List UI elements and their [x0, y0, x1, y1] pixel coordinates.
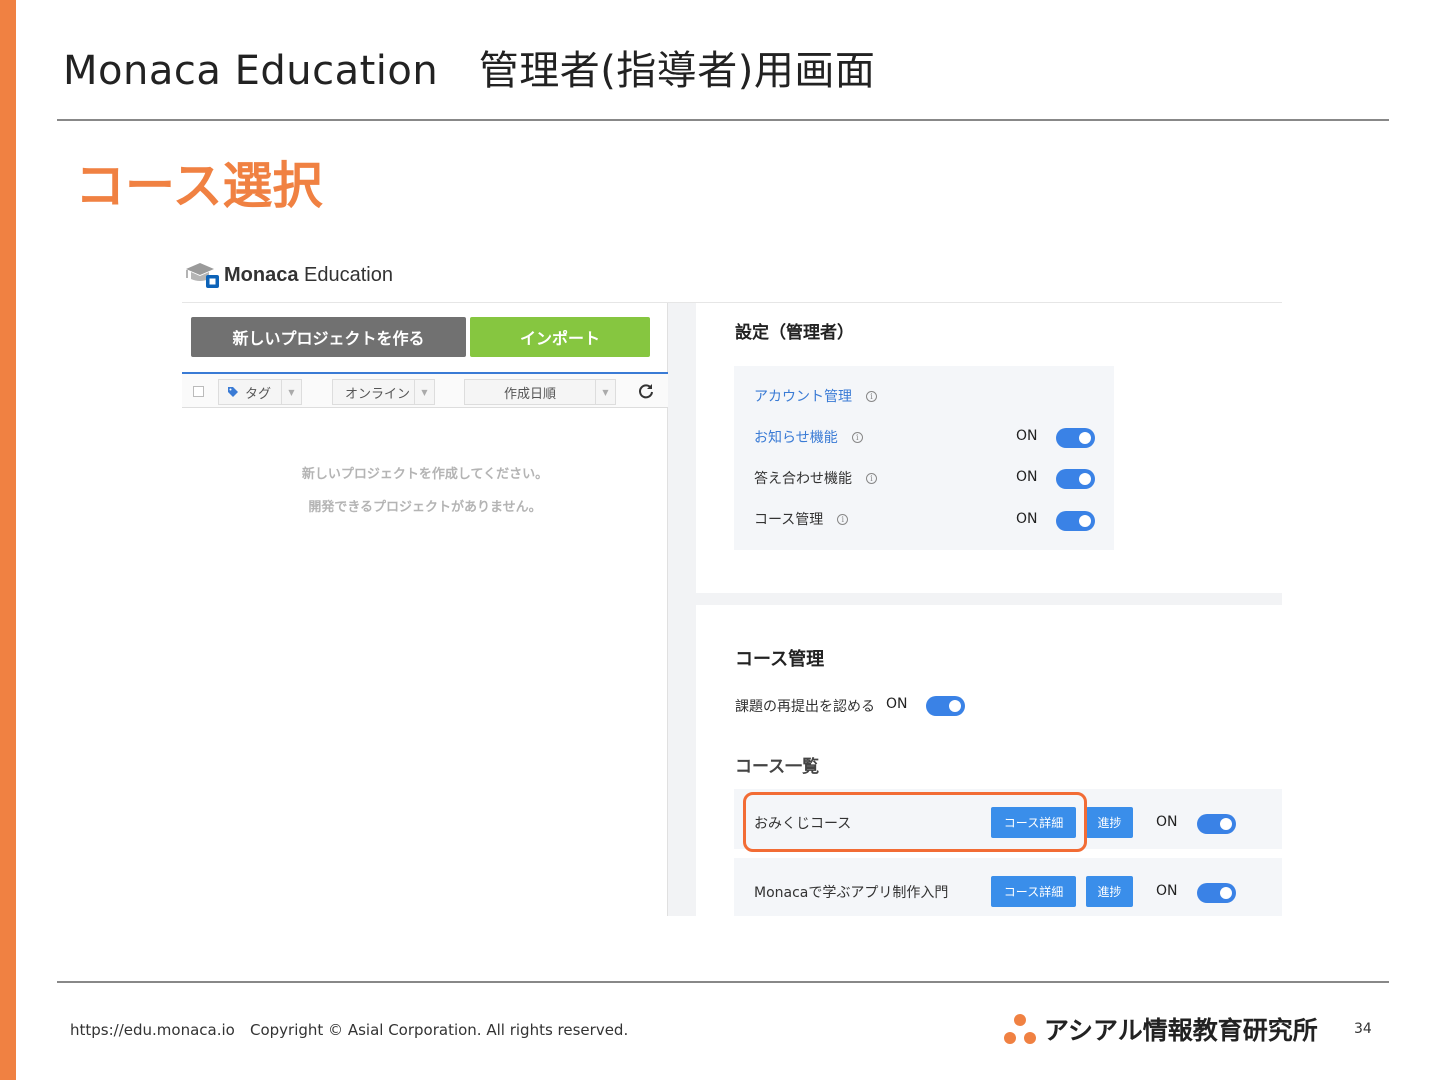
resubmit-toggle[interactable] [926, 696, 965, 716]
info-icon: i [837, 513, 849, 525]
app-name-bold: Monaca [224, 263, 299, 286]
app-name: Monaca Education [224, 264, 393, 287]
title-divider [57, 119, 1389, 121]
answer-check-toggle[interactable] [1056, 469, 1095, 489]
setting-row-course-management: コース管理 i [754, 508, 849, 530]
slide-accent-bar [0, 0, 16, 1080]
footer-copyright: Copyright © Asial Corporation. All right… [250, 1021, 629, 1039]
tag-filter-label: タグ [245, 386, 272, 402]
course-state: ON [1156, 883, 1178, 899]
section-title: コース選択 [75, 157, 323, 215]
course-toggle[interactable] [1197, 883, 1236, 903]
course-progress-button[interactable]: 進捗 [1086, 876, 1133, 907]
new-project-button[interactable]: 新しいプロジェクトを作る [191, 317, 466, 357]
course-detail-button[interactable]: コース詳細 [991, 876, 1076, 907]
setting-label[interactable]: アカウント管理 [754, 386, 852, 406]
online-filter-select[interactable]: オンライン ▼ [332, 379, 435, 405]
chevron-down-icon: ▼ [281, 380, 301, 404]
asial-dots-icon [1002, 1012, 1038, 1046]
setting-row-notifications[interactable]: お知らせ機能 i [754, 426, 863, 448]
setting-label: 答え合わせ機能 [754, 471, 852, 487]
setting-state: ON [1016, 428, 1038, 444]
sort-select[interactable]: 作成日順 ▼ [464, 379, 616, 405]
course-progress-button[interactable]: 進捗 [1086, 807, 1133, 838]
course-toggle[interactable] [1197, 814, 1236, 834]
select-all-checkbox[interactable] [193, 386, 204, 397]
setting-state: ON [1016, 469, 1038, 485]
chevron-down-icon: ▼ [414, 380, 434, 404]
setting-label: コース管理 [754, 512, 824, 528]
graduation-cap-icon [184, 261, 220, 289]
resubmit-label: 課題の再提出を認める [735, 699, 875, 715]
empty-state-message: 新しいプロジェクトを作成してください。 [301, 467, 549, 482]
setting-row-account[interactable]: アカウント管理 i [754, 385, 877, 407]
resubmit-state: ON [886, 696, 908, 712]
course-highlight-box [743, 792, 1087, 852]
tag-icon [227, 386, 239, 398]
course-management-heading: コース管理 [735, 649, 825, 670]
info-icon: i [851, 431, 863, 443]
footer-org-name: アシアル情報教育研究所 [1044, 1016, 1318, 1045]
course-list-heading: コース一覧 [735, 757, 820, 777]
course-name: Monacaで学ぶアプリ制作入門 [754, 885, 949, 901]
setting-row-answer-check: 答え合わせ機能 i [754, 467, 877, 489]
empty-state-submessage: 開発できるプロジェクトがありません。 [308, 500, 542, 515]
course-state: ON [1156, 814, 1178, 830]
chevron-down-icon: ▼ [595, 380, 615, 404]
app-name-light: Education [298, 263, 393, 286]
settings-heading: 設定（管理者） [735, 323, 854, 343]
refresh-icon[interactable] [637, 382, 655, 400]
card-separator [696, 593, 1282, 605]
online-filter-label: オンライン [345, 386, 411, 402]
import-button[interactable]: インポート [470, 317, 650, 357]
project-filter-bar: タグ ▼ オンライン ▼ 作成日順 ▼ [182, 372, 668, 408]
course-management-toggle[interactable] [1056, 511, 1095, 531]
footer-url: https://edu.monaca.io [70, 1021, 235, 1039]
notifications-toggle[interactable] [1056, 428, 1095, 448]
footer-logo: アシアル情報教育研究所 [1002, 1011, 1318, 1047]
info-icon: i [866, 390, 877, 402]
setting-label[interactable]: お知らせ機能 [754, 427, 838, 447]
tag-filter-select[interactable]: タグ ▼ [218, 379, 302, 405]
settings-gutter [668, 303, 696, 916]
setting-state: ON [1016, 511, 1038, 527]
app-logo[interactable]: Monaca Education [184, 260, 393, 290]
slide-title: Monaca Education 管理者(指導者)用画面 [63, 48, 876, 94]
footer-divider [57, 981, 1389, 983]
page-number: 34 [1354, 1021, 1372, 1037]
sort-label: 作成日順 [503, 386, 556, 402]
info-icon: i [866, 472, 877, 484]
